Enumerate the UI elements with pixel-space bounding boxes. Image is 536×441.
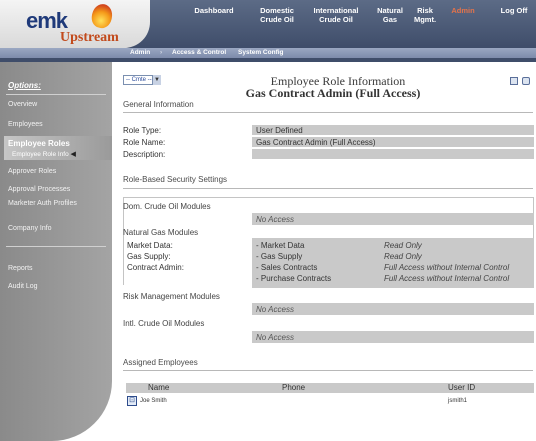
logo[interactable]: emk Upstream (0, 0, 150, 48)
nat-gas-row-access: Full Access without Internal Control (384, 263, 510, 272)
column-header-name: Name (148, 383, 170, 392)
intl-heading: Intl. Crude Oil Modules (123, 319, 205, 328)
divider (123, 112, 533, 113)
value-bar (252, 303, 534, 315)
main-content: -- Cmte -- ▼ Employee Role Information G… (118, 62, 536, 441)
nav-admin[interactable]: Admin (446, 6, 480, 15)
chevron-down-icon: ▼ (152, 75, 161, 85)
edit-icon[interactable] (510, 77, 518, 85)
nat-gas-row-access: Read Only (384, 241, 422, 250)
sidebar-divider (6, 246, 106, 247)
app-header: emk Upstream Dashboard Domestic Crude Oi… (0, 0, 536, 48)
nav-natural-gas[interactable]: Natural Gas (372, 6, 408, 24)
role-name-label: Role Name: (123, 138, 166, 147)
nat-gas-row-label: Gas Supply: (127, 252, 171, 261)
sidebar-item-employees[interactable]: Employees (8, 121, 43, 129)
subnav-access-control[interactable]: Access & Control (172, 49, 226, 56)
sidebar-heading: Options: (8, 81, 41, 90)
role-type-value: User Defined (256, 126, 303, 135)
value-bar (252, 331, 534, 343)
nat-gas-row-label: Contract Admin: (127, 263, 184, 272)
section-general-information: General Information (123, 100, 194, 109)
description-label: Description: (123, 150, 166, 159)
crude-select-value: -- Cmte -- (126, 77, 152, 83)
nat-gas-row-access: Read Only (384, 252, 422, 261)
divider (123, 370, 533, 371)
print-icon[interactable] (522, 77, 530, 85)
column-header-user-id: User ID (448, 383, 476, 392)
nat-gas-row-label: Market Data: (127, 241, 173, 250)
sidebar-item-reports[interactable]: Reports (8, 265, 33, 273)
row-user-id: jsmith1 (448, 398, 468, 404)
sidebar-item-employee-roles[interactable]: Employee Roles (8, 140, 70, 148)
sidebar-item-marketer-auth-profiles[interactable]: Marketer Auth Profiles (8, 200, 80, 208)
intl-access: No Access (256, 333, 294, 342)
nat-gas-row-module: - Sales Contracts (256, 263, 318, 272)
risk-access: No Access (256, 305, 294, 314)
sidebar (0, 62, 112, 441)
caret-left-icon: ◀ (70, 151, 76, 158)
nat-gas-heading: Natural Gas Modules (123, 228, 199, 237)
dom-crude-heading: Dom. Crude Oil Modules (123, 202, 211, 211)
sidebar-item-overview[interactable]: Overview (8, 101, 37, 109)
logo-product: Upstream (60, 30, 119, 45)
subnav: Admin › Access & Control System Config (0, 48, 536, 58)
subnav-separator: › (160, 49, 163, 56)
subnav-admin[interactable]: Admin (130, 49, 150, 56)
role-name-value: Gas Contract Admin (Full Access) (256, 138, 376, 147)
sidebar-item-employee-role-info[interactable]: Employee Role Info ◀ (12, 151, 76, 159)
sidebar-item-approval-processes[interactable]: Approval Processes (8, 186, 70, 194)
sidebar-item-company-info[interactable]: Company Info (8, 225, 52, 233)
sidebar-item-approver-roles[interactable]: Approver Roles (8, 168, 56, 176)
subnav-system-config[interactable]: System Config (238, 49, 284, 56)
flame-icon (89, 2, 115, 30)
nav-domestic-crude-oil[interactable]: Domestic Crude Oil (252, 6, 302, 24)
crude-select[interactable]: -- Cmte -- ▼ (123, 75, 161, 85)
nat-gas-row-module: - Gas Supply (256, 252, 303, 261)
risk-heading: Risk Management Modules (123, 292, 220, 301)
view-details-icon[interactable]: ⊡ (127, 396, 137, 406)
column-header-phone: Phone (282, 383, 306, 392)
nat-gas-row-module: - Market Data (256, 241, 305, 250)
value-bar (252, 149, 534, 159)
divider (123, 188, 533, 189)
page-subtitle: Gas Contract Admin (Full Access) (245, 86, 421, 100)
value-bar (252, 213, 534, 225)
nat-gas-row-module: - Purchase Contracts (256, 274, 332, 283)
sidebar-subitem-label: Employee Role Info (12, 151, 69, 158)
nav-risk-mgmt[interactable]: Risk Mgmt. (410, 6, 440, 24)
section-role-based-security: Role-Based Security Settings (123, 175, 228, 184)
dom-crude-access: No Access (256, 215, 294, 224)
row-name[interactable]: Joe Smith (140, 398, 167, 404)
section-assigned-employees: Assigned Employees (123, 358, 198, 367)
sidebar-divider (6, 94, 106, 95)
nav-international-crude-oil[interactable]: International Crude Oil (304, 6, 368, 24)
nav-log-off[interactable]: Log Off (494, 6, 534, 15)
role-type-label: Role Type: (123, 126, 162, 135)
nav-dashboard[interactable]: Dashboard (184, 6, 244, 15)
nat-gas-row-access: Full Access without Internal Control (384, 274, 510, 283)
sidebar-item-audit-log[interactable]: Audit Log (8, 283, 38, 291)
